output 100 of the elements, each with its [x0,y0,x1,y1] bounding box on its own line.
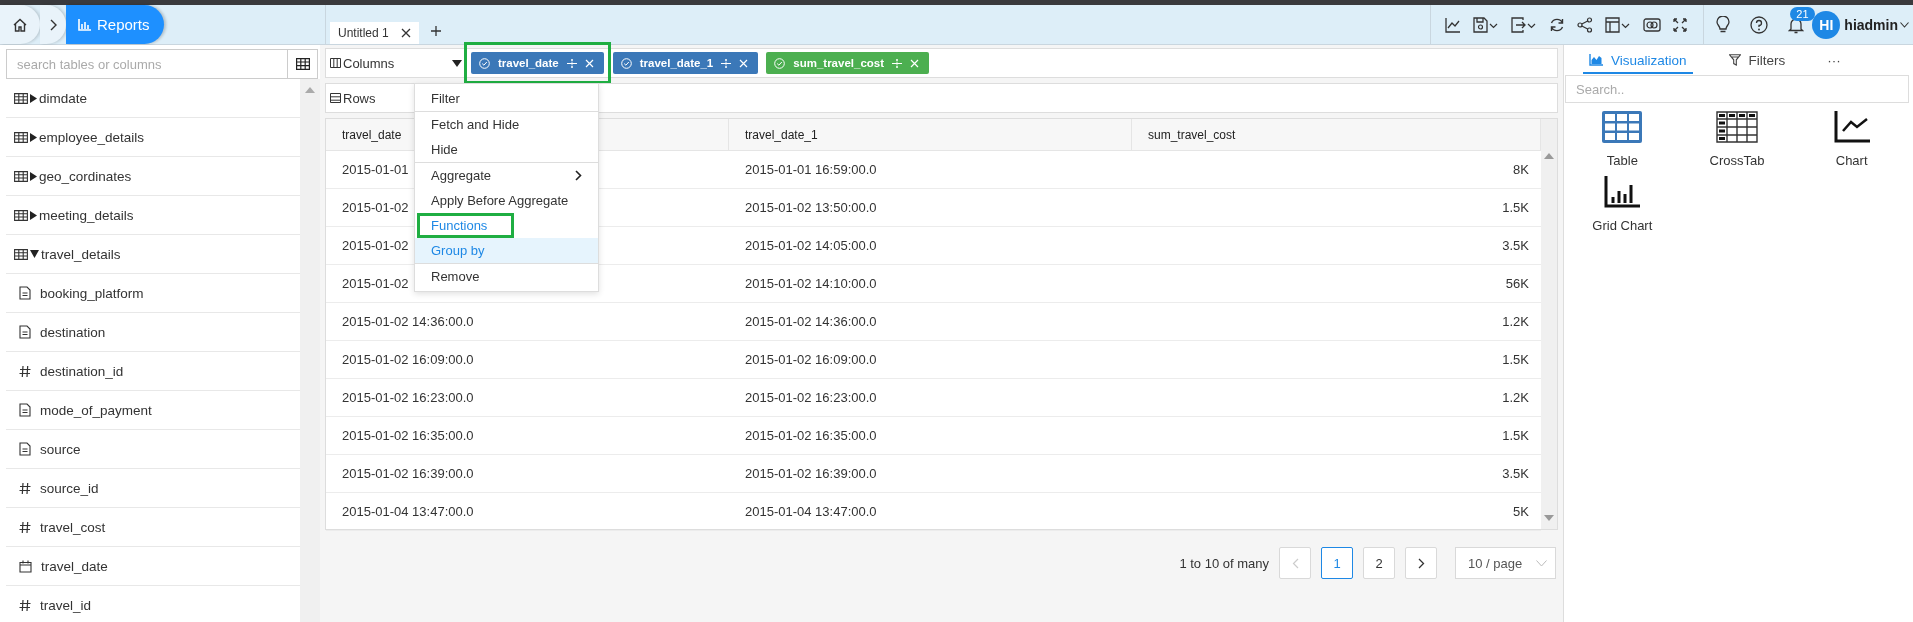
columns-icon [330,58,341,68]
columns-dropdown[interactable]: Columns [330,55,462,71]
table-cell: 1.5K [1502,428,1529,443]
tree-item[interactable]: geo_cordinates [6,157,300,196]
tree-item[interactable]: booking_platform [6,274,300,313]
visualization-option[interactable]: Chart [1794,111,1909,168]
table-cell: 2015-01-02 16:35:00.0 [342,428,474,443]
divide-icon[interactable] [721,57,732,69]
hash-icon [19,598,31,612]
menu-item[interactable]: Apply Before Aggregate [415,188,598,213]
close-icon[interactable] [400,28,411,38]
collapsed-caret-icon[interactable] [30,93,37,103]
table-cell: 2015-01-01 16:59:00.0 [745,162,877,177]
option-label: Chart [1835,153,1868,168]
table-cell: 2015-01-02 16:23:00.0 [342,390,474,405]
tree-label: destination_id [40,363,124,379]
table-cell: 56K [1505,276,1529,291]
chip-label: travel_date_1 [639,57,714,69]
table-cell: 2015-01-02 16:23:00.0 [745,390,877,405]
bar-chart-icon [1604,176,1641,208]
home-icon [12,16,28,33]
user-menu[interactable]: hiadmin [1840,16,1913,33]
refresh-icon[interactable] [1549,16,1566,33]
menu-item[interactable]: Functions [417,213,515,238]
menu-item[interactable]: Aggregate [415,163,598,188]
table-cell: 2015-01-02 16:09:00.0 [342,352,474,367]
scrollbar[interactable] [300,79,320,622]
menu-item[interactable]: Remove [415,264,598,289]
tree-item[interactable]: travel_details [6,235,300,274]
table-icon [14,131,28,143]
home-button[interactable] [0,5,40,44]
table-cell: 2015-01-04 13:47:00.0 [745,504,877,519]
document-tab[interactable]: Untitled 1 [330,22,419,44]
fullscreen-icon[interactable] [1673,17,1688,32]
table-cell: 2015-01-02 14:36:00.0 [342,314,474,329]
share-icon[interactable] [1577,16,1594,33]
expanded-caret-icon[interactable] [30,250,39,258]
tree-label: source [40,441,81,457]
table-cell: 1.2K [1502,390,1529,405]
lightbulb-icon[interactable] [1716,15,1731,34]
table-cell: 2015-01-02 16:09:00.0 [745,352,877,367]
table-icon [14,170,28,182]
panel-tab[interactable]: ··· [1821,48,1847,74]
visualization-option[interactable]: Grid Chart [1565,176,1680,233]
collapsed-caret-icon[interactable] [30,132,37,142]
table-icon [14,92,28,104]
calendar-icon [19,559,32,573]
collapsed-caret-icon[interactable] [30,171,37,181]
user-avatar[interactable]: HI [1812,10,1841,39]
columns-label: Columns [343,55,395,71]
page-button[interactable]: 1 [1321,547,1353,579]
check-circle-icon [620,57,632,69]
column-header[interactable]: travel_date_1 [729,119,1132,150]
hash-icon [19,481,31,495]
column-chip[interactable]: travel_date_1 [612,52,759,74]
document-icon [19,286,31,300]
crosstab-icon [1716,111,1758,143]
tree-label: travel_details [41,246,121,262]
tree-item[interactable]: dimdate [6,79,300,118]
tree-label: employee_details [39,129,145,145]
view-icon[interactable] [1643,16,1662,33]
chevron-right-icon [48,18,58,31]
menu-item[interactable]: Hide [415,137,598,162]
table-cell: 2015-01-02 [342,238,409,253]
visualization-option[interactable]: Table [1565,111,1680,168]
table-cell: 2015-01-02 16:39:00.0 [342,466,474,481]
tree-label: travel_id [40,597,92,613]
tree-item[interactable]: employee_details [6,118,300,157]
panel-tab[interactable]: Filters [1722,48,1792,74]
tree-item[interactable]: destination [6,313,300,352]
divide-icon[interactable] [892,57,903,69]
help-icon[interactable] [1750,15,1769,34]
table-icon [14,248,28,260]
collapsed-caret-icon[interactable] [30,210,37,220]
visualization-option[interactable]: CrossTab [1679,111,1795,168]
table-cell: 2015-01-02 16:39:00.0 [745,466,877,481]
tree-item[interactable]: travel_date [6,547,300,586]
check-circle-icon [774,57,786,69]
tree-item[interactable]: mode_of_payment [6,391,300,430]
export-icon[interactable] [1511,16,1538,33]
page-button[interactable]: 2 [1363,547,1395,579]
table-view-button[interactable] [288,49,318,79]
table-icon [295,58,310,70]
line-chart-icon[interactable] [1445,16,1462,33]
table-cell: 2015-01-02 [342,200,409,215]
layout-icon[interactable] [1605,16,1632,33]
tree-item[interactable]: meeting_details [6,196,300,235]
divide-icon[interactable] [566,57,577,69]
page-size-select[interactable]: 10 / page [1455,547,1556,579]
search-field[interactable]: Search.. [1565,75,1909,103]
column-chip[interactable]: travel_date [471,52,604,74]
save-icon[interactable] [1473,16,1500,33]
caret-icon [1900,21,1909,28]
menu-item[interactable]: Filter [415,86,598,111]
add-tab-icon[interactable] [430,26,441,36]
search-field[interactable]: search tables or columns [6,49,288,79]
table-icon [14,209,28,221]
menu-item[interactable]: Fetch and Hide [415,112,598,137]
chevron-right-icon [1417,557,1425,569]
tree-item[interactable]: source [6,430,300,469]
